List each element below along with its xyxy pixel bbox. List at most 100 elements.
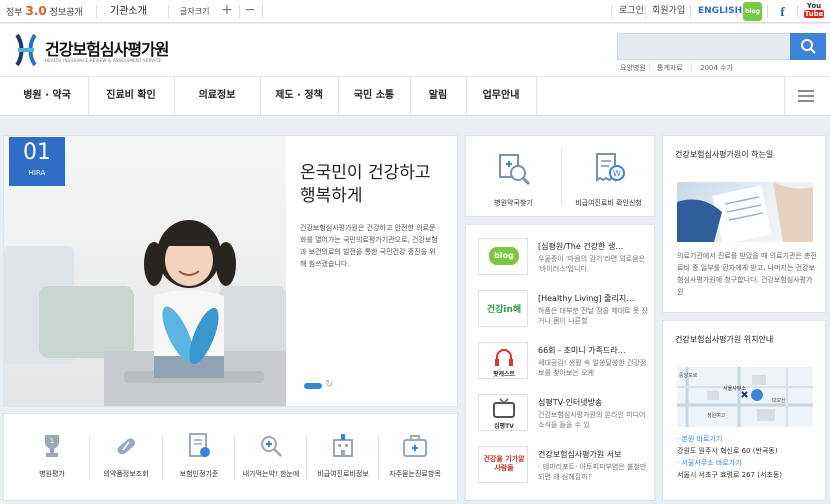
health-magazine-thumbnail: 건강in해	[478, 290, 528, 327]
slide-play-icon[interactable]: ↻	[325, 379, 333, 390]
quick-item-hospital-evaluation[interactable]: 1 병원평가	[16, 414, 88, 502]
location-map[interactable]: 서울사무소 대모산 청원여고 중앙도로	[677, 367, 813, 427]
tv-thumbnail: 심평TV	[478, 394, 528, 431]
about-description: 의료기관에서 진료를 받았을 때 의료기관은 총진료비 중 일부를 환자에게 받…	[677, 252, 817, 296]
hospital-pharmacy-finder[interactable]: 병원약국찾기	[466, 136, 561, 218]
nav-item-business[interactable]: 업무안내	[466, 77, 536, 115]
site-logo-title[interactable]: 건강보험심사평가원	[45, 36, 169, 60]
address-block: · 본원 바로가기 강원도 원주시 혁신로 60 (반곡동) · 서울사무소 바…	[677, 433, 822, 481]
utility-bar: 정부 3.0 정보공개 기관소개 글자크기 + − 로그인 회원가입 ENGLI…	[0, 0, 830, 23]
slide-indicator[interactable]	[304, 383, 322, 389]
news-title: 심평TV-인터넷방송	[538, 398, 603, 407]
quick-item-insurance-criteria[interactable]: 보험인정기준	[163, 414, 235, 502]
newsletter-thumbnail: 건강을 기가알 사람들	[478, 446, 528, 483]
font-decrease-button[interactable]: −	[241, 2, 259, 20]
keyword-link[interactable]: 2004 수가	[700, 63, 733, 73]
quick-item-my-medicine[interactable]: 내가먹는약! 한눈에	[235, 414, 307, 502]
hero-description: 건강보험심사평가원은 건강하고 안전한 의료문화를 열어가는 국민의료평가기관으…	[300, 224, 438, 268]
hospital-search-icon	[499, 154, 531, 186]
list-item[interactable]: blog [심평원/The 건강한 생… 우울증이 '마음의 감기'라면 외로움…	[478, 235, 648, 281]
media-news-list: blog [심평원/The 건강한 생… 우울증이 '마음의 감기'라면 외로움…	[465, 224, 655, 501]
site-logo-subtitle: HEALTH INSURANCE REVIEW & ASSESSMENT SER…	[45, 58, 162, 63]
panel-title: 건강보험심사평가원이 하는일	[675, 150, 774, 159]
list-item[interactable]: 건강을 기가알 사람들 건강보험심사평가원 서보 - 테마리포트- 아토피피부염…	[478, 443, 648, 489]
keyword-link[interactable]: 통계자료	[657, 63, 683, 73]
medicine-search-icon	[261, 436, 282, 457]
quick-item-label: 의약품정보조회	[103, 470, 149, 478]
svg-text:W: W	[613, 169, 621, 178]
panel-title: 건강보험심사평가원 위치안내	[675, 335, 774, 344]
pill-icon	[117, 438, 136, 455]
news-description: 하품은 대부분 전날 잠을 제대로 못 잤거나 몸이 나른할	[538, 307, 648, 325]
blog-icon[interactable]: blog	[743, 2, 762, 21]
seoul-office-link[interactable]: · 서울사무소 바로가기	[677, 457, 822, 469]
quick-item-noncovered-fee[interactable]: 비급여진료비정보	[307, 414, 379, 502]
location-panel: 건강보험심사평가원 위치안내 서울사무소 대모산 청원여고 중앙도로 · 본원 …	[662, 320, 826, 501]
nav-item-policy[interactable]: 제도 · 정책	[260, 77, 338, 115]
nav-item-medical-info[interactable]: 의료정보	[174, 77, 260, 115]
nav-item-hospital-pharmacy[interactable]: 병원 · 약국	[6, 77, 88, 115]
main-nav: 병원 · 약국 진료비 확인 의료정보 제도 · 정책 국민 소통 알림 업무안…	[0, 76, 830, 116]
finder-panel: 병원약국찾기 W 비급여진료비 확인신청	[465, 135, 655, 217]
building-icon	[333, 434, 353, 457]
hero-banner[interactable]: 01 HIRA 온국민이 건강하고 행복하게 건강보험심사평가원은 건강하고 안…	[3, 135, 458, 407]
font-increase-button[interactable]: +	[218, 2, 236, 20]
seoul-office-address: 서울시 서초구 효령로 267 (서초동)	[677, 471, 783, 479]
receipt-won-icon: W	[596, 153, 625, 182]
nav-item-notice[interactable]: 알림	[410, 77, 466, 115]
list-item[interactable]: 심평TV 심평TV-인터넷방송 건강보험심사평가원의 온라인 미디어 소식을 들…	[478, 391, 648, 437]
gov3-logo[interactable]: 정부 3.0 정보공개	[6, 0, 83, 23]
news-title: 건강보험심사평가원 서보	[538, 450, 622, 459]
noncovered-fee-request[interactable]: W 비급여진료비 확인신청	[561, 136, 656, 218]
hq-address: 강원도 원주시 혁신로 60 (반곡동)	[677, 447, 778, 455]
document-hands-illustration	[677, 182, 813, 242]
map-label: 서울사무소	[723, 386, 747, 392]
youtube-icon[interactable]: You Tube	[804, 2, 824, 18]
hq-link[interactable]: · 본원 바로가기	[677, 433, 822, 445]
list-item[interactable]: 건강in해 [Healthy Living] 줄리지… 하품은 대부분 전날 잠…	[478, 287, 648, 333]
hira-logo-icon[interactable]	[14, 33, 38, 67]
quick-item-label: 내가먹는약! 한눈에	[242, 470, 300, 478]
map-label: 청원여고	[707, 413, 726, 419]
news-title: [Healthy Living] 줄리지…	[538, 294, 635, 303]
gov-version: 3.0	[25, 4, 47, 18]
keyword-link[interactable]: 요양병원	[620, 63, 646, 73]
quick-menu: 1 병원평가 의약품정보조회 보험인정기준 내가먹는약! 한눈에 비급여진료비정…	[3, 413, 458, 501]
map-label: 중앙도로	[679, 373, 698, 379]
news-description: 우울증이 '마음의 감기'라면 외로움은 '바이러스'입니다.	[538, 255, 646, 273]
headphones-icon	[495, 349, 513, 366]
news-description: 세대공감! 생활 속 알쏭달쏭한 건강정보를 찾아보는 오케	[538, 359, 647, 377]
quick-item-drug-info[interactable]: 의약품정보조회	[90, 414, 162, 502]
site-header: 건강보험심사평가원 HEALTH INSURANCE REVIEW & ASSE…	[0, 24, 830, 76]
finder-label: 병원약국찾기	[494, 199, 533, 207]
blog-thumbnail: blog	[478, 238, 528, 275]
login-link[interactable]: 로그인	[619, 0, 644, 23]
nav-item-communication[interactable]: 국민 소통	[338, 77, 410, 115]
svg-text:1: 1	[50, 437, 54, 445]
gov-text: 정부	[6, 8, 23, 18]
finder-label: 비급여진료비 확인신청	[575, 199, 642, 207]
english-link[interactable]: ENGLISH	[698, 0, 742, 23]
menu-icon[interactable]	[798, 90, 814, 102]
podcast-thumbnail: 팟캐스트	[478, 342, 528, 379]
quick-item-faq[interactable]: 자주묻는진료항목	[379, 414, 451, 502]
slide-tag: HIRA	[28, 169, 46, 177]
join-link[interactable]: 회원가입	[652, 0, 685, 23]
slide-badge: 01 HIRA	[9, 137, 65, 186]
font-size-label: 글자크기	[180, 7, 210, 16]
document-check-icon	[189, 433, 210, 457]
tv-icon	[493, 398, 515, 418]
trophy-icon: 1	[45, 435, 59, 457]
medical-bag-icon	[403, 435, 427, 457]
news-title: 66회 - 초미니 가족드라…	[538, 346, 626, 355]
news-description: 건강보험심사평가원의 온라인 미디어 소식을 들을 수 있	[538, 411, 646, 429]
institution-intro-link[interactable]: 기관소개	[110, 0, 147, 23]
about-panel[interactable]: 건강보험심사평가원이 하는일 의료기관에서 진료를 받았을 때 의료기관은 총진…	[662, 135, 826, 313]
search-icon	[801, 39, 816, 54]
nav-item-medical-fee[interactable]: 진료비 확인	[88, 77, 174, 115]
facebook-icon[interactable]: f	[773, 2, 792, 21]
list-item[interactable]: 팟캐스트 66회 - 초미니 가족드라… 세대공감! 생활 속 알쏭달쏭한 건강…	[478, 339, 648, 385]
slide-number: 01	[23, 140, 51, 165]
gov-info-label: 정보공개	[49, 8, 83, 18]
search-button[interactable]	[790, 33, 826, 60]
